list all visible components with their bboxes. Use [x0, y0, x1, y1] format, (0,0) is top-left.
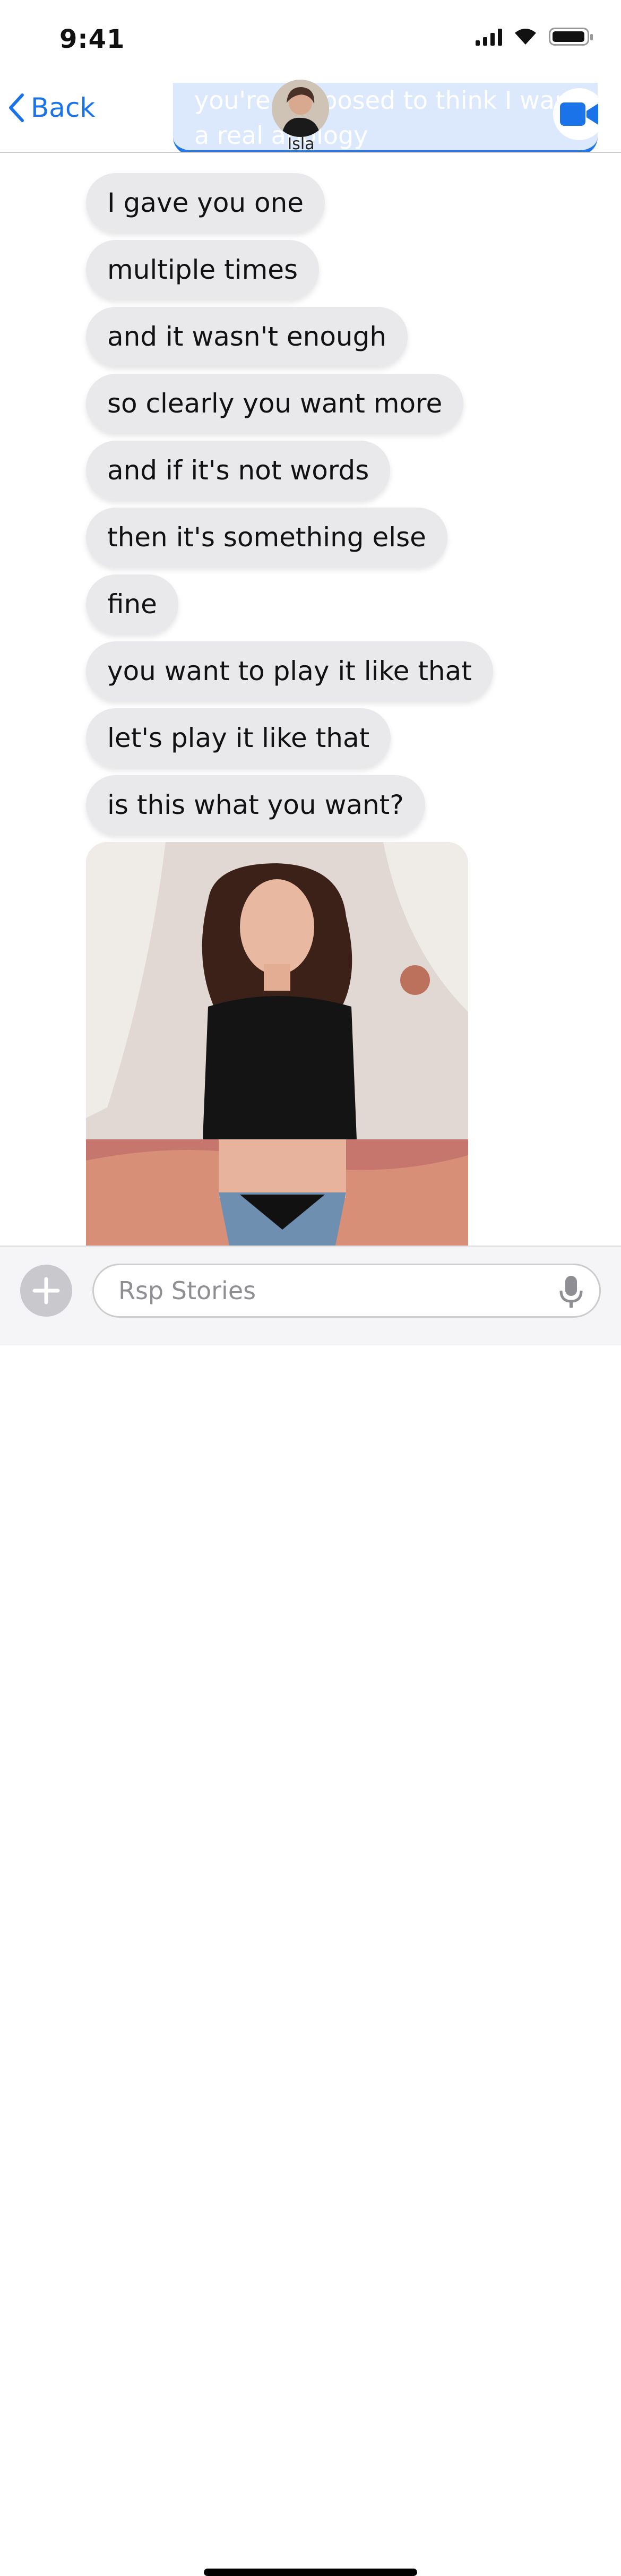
message-bubble[interactable]: and if it's not words [86, 441, 391, 500]
wifi-icon [515, 29, 536, 45]
conversation-header: you're supposed to think I want a real a… [0, 80, 621, 153]
message-bubble[interactable]: let's play it like that [86, 708, 391, 768]
message-bubble[interactable]: and it wasn't enough [86, 307, 408, 366]
message-bubble[interactable]: multiple times [86, 240, 320, 299]
status-bar: 9:41 [0, 0, 621, 80]
message-bubble[interactable]: so clearly you want more [86, 374, 464, 433]
message-input-placeholder: Rsp Stories [118, 1276, 256, 1305]
status-time: 9:41 [59, 24, 125, 54]
message-list: I gave you one multiple times and it was… [86, 173, 511, 842]
message-bubble[interactable]: you want to play it like that [86, 641, 493, 701]
back-label: Back [31, 92, 96, 123]
photo-attachment[interactable] [86, 842, 468, 1246]
cellular-signal-icon [476, 28, 502, 46]
contact-header[interactable]: Isla [272, 80, 330, 153]
video-call-button[interactable] [553, 88, 605, 140]
plus-icon [32, 1277, 60, 1304]
status-icons [476, 28, 593, 46]
avatar [272, 80, 329, 137]
microphone-icon[interactable] [558, 1275, 584, 1309]
back-button[interactable]: Back [7, 92, 95, 123]
message-bubble[interactable]: I gave you one [86, 173, 325, 233]
message-bubble[interactable]: is this what you want? [86, 775, 425, 835]
message-input[interactable]: Rsp Stories [92, 1264, 601, 1318]
contact-name: Isla [287, 135, 315, 153]
video-camera-icon [560, 102, 598, 126]
home-indicator [204, 2569, 417, 2576]
add-attachment-button[interactable] [20, 1265, 72, 1317]
message-bubble[interactable]: then it's something else [86, 508, 447, 567]
photo-image [86, 842, 468, 1246]
message-bubble[interactable]: fine [86, 574, 178, 634]
chevron-left-icon [9, 93, 24, 122]
previous-message-bubble: you're supposed to think I want a real a… [173, 83, 598, 152]
battery-icon [549, 28, 593, 46]
message-composer: Rsp Stories [0, 1246, 621, 2576]
